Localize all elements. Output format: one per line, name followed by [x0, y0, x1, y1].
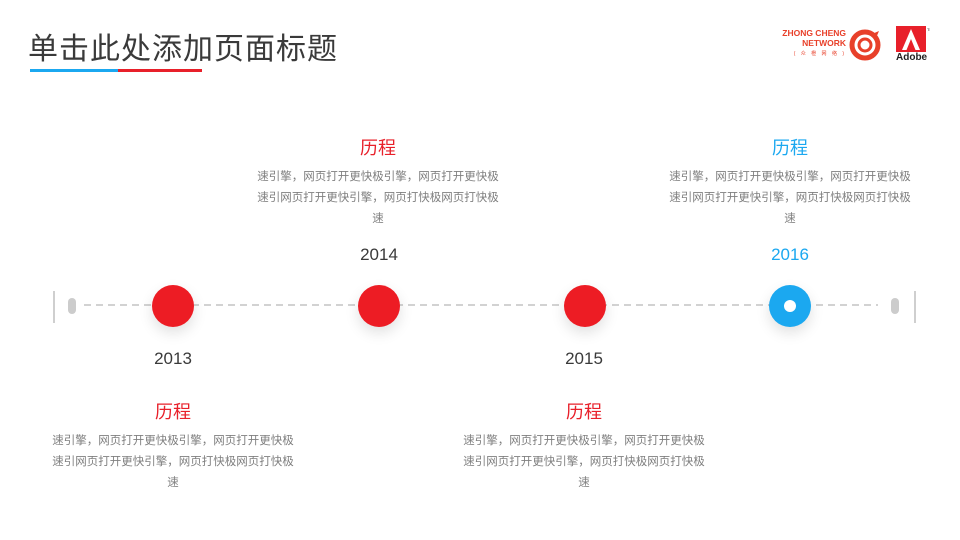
milestone-card-2016: 历程 速引擎，网页打开更快极引擎，网页打开更快极速引网页打开更快引擎，网页打快极… — [665, 134, 915, 229]
milestone-description: 速引擎，网页打开更快极引擎，网页打开更快极速引网页打开更快引擎，网页打快极网页打… — [463, 433, 705, 489]
milestone-title: 历程 — [566, 402, 602, 423]
timeline-end-bar — [914, 291, 916, 323]
timeline-end-cap — [891, 298, 899, 314]
milestone-node-2016 — [769, 285, 811, 327]
milestone-node-2015 — [564, 285, 606, 327]
milestone-title: 历程 — [772, 138, 808, 159]
milestone-description: 速引擎，网页打开更快极引擎，网页打开更快极速引网页打开更快引擎，网页打快极网页打… — [52, 433, 294, 489]
milestone-year-2016: 2016 — [771, 245, 809, 264]
milestone-year-2015: 2015 — [565, 349, 603, 368]
milestone-card-2015: 历程 速引擎，网页打开更快极引擎，网页打开更快极速引网页打开更快引擎，网页打快极… — [459, 398, 709, 493]
timeline-start-bar — [53, 291, 55, 323]
milestone-node-dot — [784, 300, 796, 312]
milestone-title: 历程 — [155, 402, 191, 423]
milestone-node-2014 — [358, 285, 400, 327]
milestone-description: 速引擎，网页打开更快极引擎，网页打开更快极速引网页打开更快引擎，网页打快极网页打… — [669, 169, 911, 225]
milestone-year-2014: 2014 — [360, 245, 398, 264]
milestone-card-2013: 历程 速引擎，网页打开更快极引擎，网页打开更快极速引网页打开更快引擎，网页打快极… — [48, 398, 298, 493]
milestone-node-2013 — [152, 285, 194, 327]
timeline: 2013 2014 2015 2016 历程 速引擎，网页打开更快极引擎，网页打… — [0, 0, 960, 540]
timeline-start-cap — [68, 298, 76, 314]
milestone-card-2014: 历程 速引擎，网页打开更快极引擎，网页打开更快极速引网页打开更快引擎，网页打快极… — [253, 134, 503, 229]
milestone-description: 速引擎，网页打开更快极引擎，网页打开更快极速引网页打开更快引擎，网页打快极网页打… — [257, 169, 499, 225]
milestone-title: 历程 — [360, 138, 396, 159]
milestone-year-2013: 2013 — [154, 349, 192, 368]
